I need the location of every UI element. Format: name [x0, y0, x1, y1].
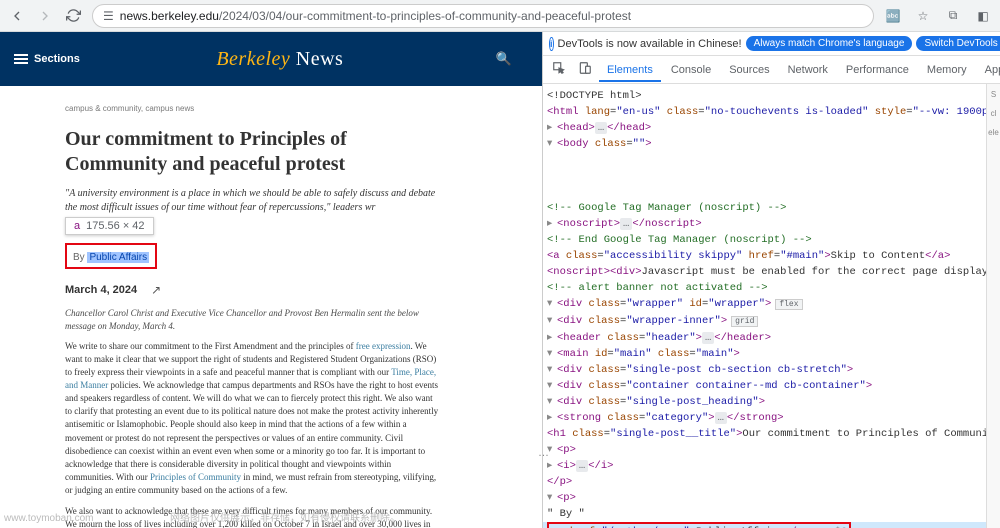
tab-console[interactable]: Console — [663, 58, 719, 82]
watermark-2: 网络图片仅供展示，非存储，如有侵权请联系删除。 — [170, 509, 400, 524]
article: campus & community, campus news Our comm… — [0, 86, 490, 528]
devtools-panel: i DevTools is now available in Chinese! … — [542, 32, 1000, 528]
address-bar[interactable]: ☰ news.berkeley.edu/2024/03/04/our-commi… — [92, 4, 874, 28]
infobar-text: DevTools is now available in Chinese! — [558, 38, 742, 50]
byline-highlight: By Public Affairs — [65, 243, 157, 269]
styles-sidebar[interactable]: S cl ele — [986, 84, 1000, 528]
site-header: Sections Berkeley News 🔍 — [0, 32, 542, 86]
page-viewport: Sections Berkeley News 🔍 campus & commun… — [0, 32, 542, 528]
dom-tree[interactable]: <!DOCTYPE html> <html lang="en-us" class… — [543, 84, 986, 528]
tab-performance[interactable]: Performance — [838, 58, 917, 82]
tooltip-tag: a — [74, 220, 80, 232]
share-icon[interactable]: ↗ — [151, 283, 161, 297]
extensions-icon[interactable]: ⧉ — [944, 7, 962, 25]
article-lead: "A university environment is a place in … — [65, 187, 440, 215]
element-tooltip: a 175.56 × 42 — [65, 217, 154, 235]
byline-prefix: By — [73, 252, 87, 263]
tab-sources[interactable]: Sources — [721, 58, 777, 82]
url-host: news.berkeley.edu — [120, 9, 219, 23]
site-brand[interactable]: Berkeley News — [94, 48, 466, 71]
pill-match-lang[interactable]: Always match Chrome's language — [746, 36, 913, 51]
back-button[interactable] — [8, 7, 26, 25]
bookmark-icon[interactable]: ☆ — [914, 7, 932, 25]
translate-icon[interactable]: 🔤 — [884, 7, 902, 25]
author-link[interactable]: Public Affairs — [87, 252, 149, 263]
pill-switch-chinese[interactable]: Switch DevTools to Chinese — [916, 36, 1000, 51]
brand-berkeley: Berkeley — [216, 48, 290, 70]
link-principles[interactable]: Principles of Community — [150, 472, 241, 482]
browser-toolbar: ☰ news.berkeley.edu/2024/03/04/our-commi… — [0, 0, 1000, 32]
selected-dom-node[interactable]: <a href="/author/news">Public Affairs</a… — [543, 522, 986, 528]
breadcrumb[interactable]: campus & community, campus news — [65, 104, 440, 113]
device-icon[interactable] — [573, 57, 597, 82]
watermark-1: www.toymoban.com — [4, 513, 93, 524]
info-icon: i — [549, 37, 554, 51]
link-free-expression[interactable]: free expression — [356, 341, 411, 351]
brand-news: News — [290, 48, 343, 70]
sections-button[interactable]: Sections — [0, 53, 94, 65]
sections-label: Sections — [34, 53, 80, 65]
tab-elements[interactable]: Elements — [599, 58, 661, 82]
site-info-icon[interactable]: ☰ — [103, 9, 114, 23]
forward-button[interactable] — [36, 7, 54, 25]
tab-network[interactable]: Network — [780, 58, 836, 82]
inspect-icon[interactable] — [547, 57, 571, 82]
url-path: /2024/03/04/our-commitment-to-principles… — [219, 9, 631, 23]
hamburger-icon — [14, 54, 28, 64]
search-icon[interactable]: 🔍 — [466, 51, 542, 67]
reload-button[interactable] — [64, 7, 82, 25]
article-intro: Chancellor Carol Christ and Executive Vi… — [65, 307, 440, 332]
tab-application[interactable]: Application — [977, 58, 1000, 82]
article-paragraph-1: We write to share our commitment to the … — [65, 340, 440, 497]
tab-memory[interactable]: Memory — [919, 58, 975, 82]
devtools-infobar: i DevTools is now available in Chinese! … — [543, 32, 1000, 56]
publish-date: March 4, 2024 — [65, 284, 137, 296]
devtools-tabs: Elements Console Sources Network Perform… — [543, 56, 1000, 84]
page-title: Our commitment to Principles of Communit… — [65, 127, 440, 177]
tooltip-dims: 175.56 × 42 — [86, 220, 144, 232]
gutter-ellipsis: … — [538, 447, 551, 459]
profile-icon[interactable]: ◧ — [974, 7, 992, 25]
